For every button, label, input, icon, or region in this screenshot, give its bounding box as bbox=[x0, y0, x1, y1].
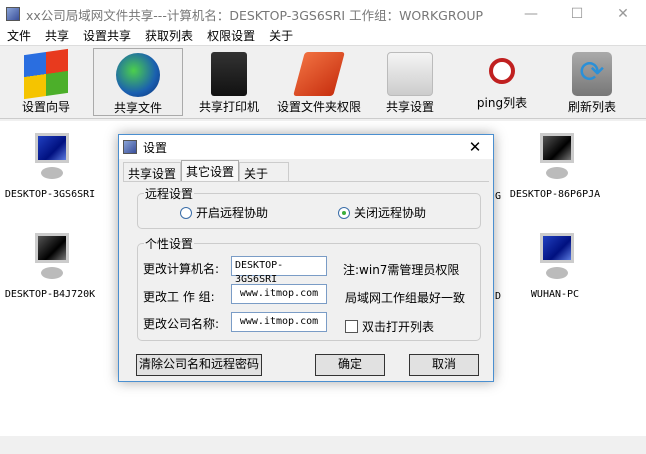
computer-item[interactable]: DESKTOP-3GS6SRI bbox=[0, 131, 105, 200]
computer-name: DESKTOP-3GS6SRI bbox=[4, 189, 96, 200]
computer-name-input[interactable]: DESKTOP-3GS6SRI bbox=[231, 256, 327, 285]
printer-icon bbox=[211, 52, 247, 96]
group-legend: 个性设置 bbox=[145, 237, 194, 251]
double-click-open-checkbox[interactable]: 双击打开列表 bbox=[345, 318, 434, 335]
computer-name: WUHAN-PC bbox=[530, 289, 580, 300]
ping-list-button[interactable]: ping列表 bbox=[470, 48, 534, 116]
button-label: 共享打印机 bbox=[198, 100, 259, 114]
button-label: 共享设置 bbox=[385, 100, 434, 114]
computer-item[interactable]: DESKTOP-86P6PJA bbox=[500, 131, 610, 200]
computer-name-label: 更改计算机名: bbox=[143, 262, 220, 276]
cancel-button[interactable]: 取消 bbox=[409, 354, 479, 376]
group-legend: 远程设置 bbox=[145, 187, 194, 201]
settings-dialog: 设置 ✕ 共享设置 其它设置 关于 远程设置 开启远程协助 关闭远程协助 个性设… bbox=[118, 134, 494, 382]
close-button[interactable]: ✕ bbox=[600, 6, 646, 22]
button-label: 设置文件夹权限 bbox=[276, 100, 361, 114]
maximize-button[interactable]: ☐ bbox=[554, 6, 600, 22]
tab-about[interactable]: 关于 bbox=[239, 162, 290, 181]
computer-item[interactable]: WUHAN-PC bbox=[500, 231, 610, 300]
computer-icon bbox=[27, 231, 73, 283]
share-files-button[interactable]: 共享文件 bbox=[93, 48, 183, 116]
title-bar: xx公司局域网文件共享---计算机名：DESKTOP-3GS6SRI 工作组：W… bbox=[0, 0, 646, 28]
folder-permissions-button[interactable]: 设置文件夹权限 bbox=[272, 48, 366, 116]
clear-company-password-button[interactable]: 清除公司名和远程密码 bbox=[136, 354, 262, 376]
radio-label: 开启远程协助 bbox=[196, 206, 269, 220]
radio-circle bbox=[338, 206, 350, 219]
checkbox-label: 双击打开列表 bbox=[362, 320, 435, 334]
app-icon bbox=[6, 7, 20, 21]
toolbar: 设置向导 共享文件 共享打印机 设置文件夹权限 共享设置 ping列表 ⟳ 刷新… bbox=[0, 47, 646, 119]
radio-circle bbox=[180, 206, 192, 219]
note-label: 注:win7需管理员权限 bbox=[343, 263, 460, 277]
button-label: 刷新列表 bbox=[567, 100, 616, 114]
menu-permissions[interactable]: 权限设置 bbox=[200, 28, 262, 45]
disable-remote-radio[interactable]: 关闭远程协助 bbox=[338, 204, 426, 221]
menu-file[interactable]: 文件 bbox=[0, 28, 38, 45]
note-label: 局域网工作组最好一致 bbox=[345, 291, 466, 305]
book-icon bbox=[293, 52, 345, 96]
menu-about[interactable]: 关于 bbox=[262, 28, 300, 45]
globe-icon bbox=[116, 53, 160, 97]
tab-panel: 远程设置 开启远程协助 关闭远程协助 个性设置 更改计算机名: DESKTOP-… bbox=[123, 181, 489, 379]
share-settings-button[interactable]: 共享设置 bbox=[378, 48, 442, 116]
checkbox bbox=[345, 320, 358, 333]
company-name-label: 更改公司名称: bbox=[143, 317, 220, 331]
ok-button[interactable]: 确定 bbox=[315, 354, 385, 376]
tools-icon bbox=[387, 52, 433, 96]
refresh-icon: ⟳ bbox=[572, 52, 612, 96]
computer-icon bbox=[27, 131, 73, 183]
computer-name: DESKTOP-B4J720K bbox=[4, 289, 96, 300]
dialog-close-button[interactable]: ✕ bbox=[457, 138, 493, 156]
computer-icon bbox=[532, 131, 578, 183]
refresh-list-button[interactable]: ⟳ 刷新列表 bbox=[560, 48, 624, 116]
tab-other-settings[interactable]: 其它设置 bbox=[181, 160, 240, 181]
menu-get-list[interactable]: 获取列表 bbox=[138, 28, 200, 45]
button-label: 设置向导 bbox=[21, 100, 70, 114]
menu-share-settings[interactable]: 设置共享 bbox=[76, 28, 138, 45]
windows-logo-icon bbox=[24, 48, 68, 100]
minimize-button[interactable]: — bbox=[508, 6, 554, 22]
company-name-input[interactable]: www.itmop.com bbox=[231, 312, 327, 332]
button-label: ping列表 bbox=[476, 96, 528, 110]
setup-wizard-button[interactable]: 设置向导 bbox=[8, 48, 84, 116]
computer-name: DESKTOP-86P6PJA bbox=[509, 189, 601, 200]
share-printer-button[interactable]: 共享打印机 bbox=[193, 48, 265, 116]
tab-strip: 共享设置 其它设置 关于 bbox=[123, 160, 290, 181]
button-label: 共享文件 bbox=[113, 101, 162, 115]
menu-bar: 文件 共享 设置共享 获取列表 权限设置 关于 bbox=[0, 28, 646, 46]
dialog-title-bar: 设置 ✕ bbox=[119, 135, 493, 159]
app-icon bbox=[123, 140, 137, 154]
computer-name[interactable]: D bbox=[495, 291, 505, 302]
computer-item[interactable]: DESKTOP-B4J720K bbox=[0, 231, 105, 300]
radio-label: 关闭远程协助 bbox=[354, 206, 427, 220]
magnifier-icon bbox=[489, 58, 515, 84]
tab-share-settings[interactable]: 共享设置 bbox=[123, 162, 182, 181]
workgroup-input[interactable]: www.itmop.com bbox=[231, 284, 327, 304]
workgroup-label: 更改工 作 组: bbox=[143, 290, 215, 304]
enable-remote-radio[interactable]: 开启远程协助 bbox=[180, 204, 268, 221]
computer-icon bbox=[532, 231, 578, 283]
status-strip bbox=[0, 436, 646, 454]
window-title: xx公司局域网文件共享---计算机名：DESKTOP-3GS6SRI 工作组：W… bbox=[26, 7, 484, 23]
menu-share[interactable]: 共享 bbox=[38, 28, 76, 45]
computer-name[interactable]: G bbox=[495, 191, 505, 202]
dialog-title: 设置 bbox=[143, 140, 168, 155]
